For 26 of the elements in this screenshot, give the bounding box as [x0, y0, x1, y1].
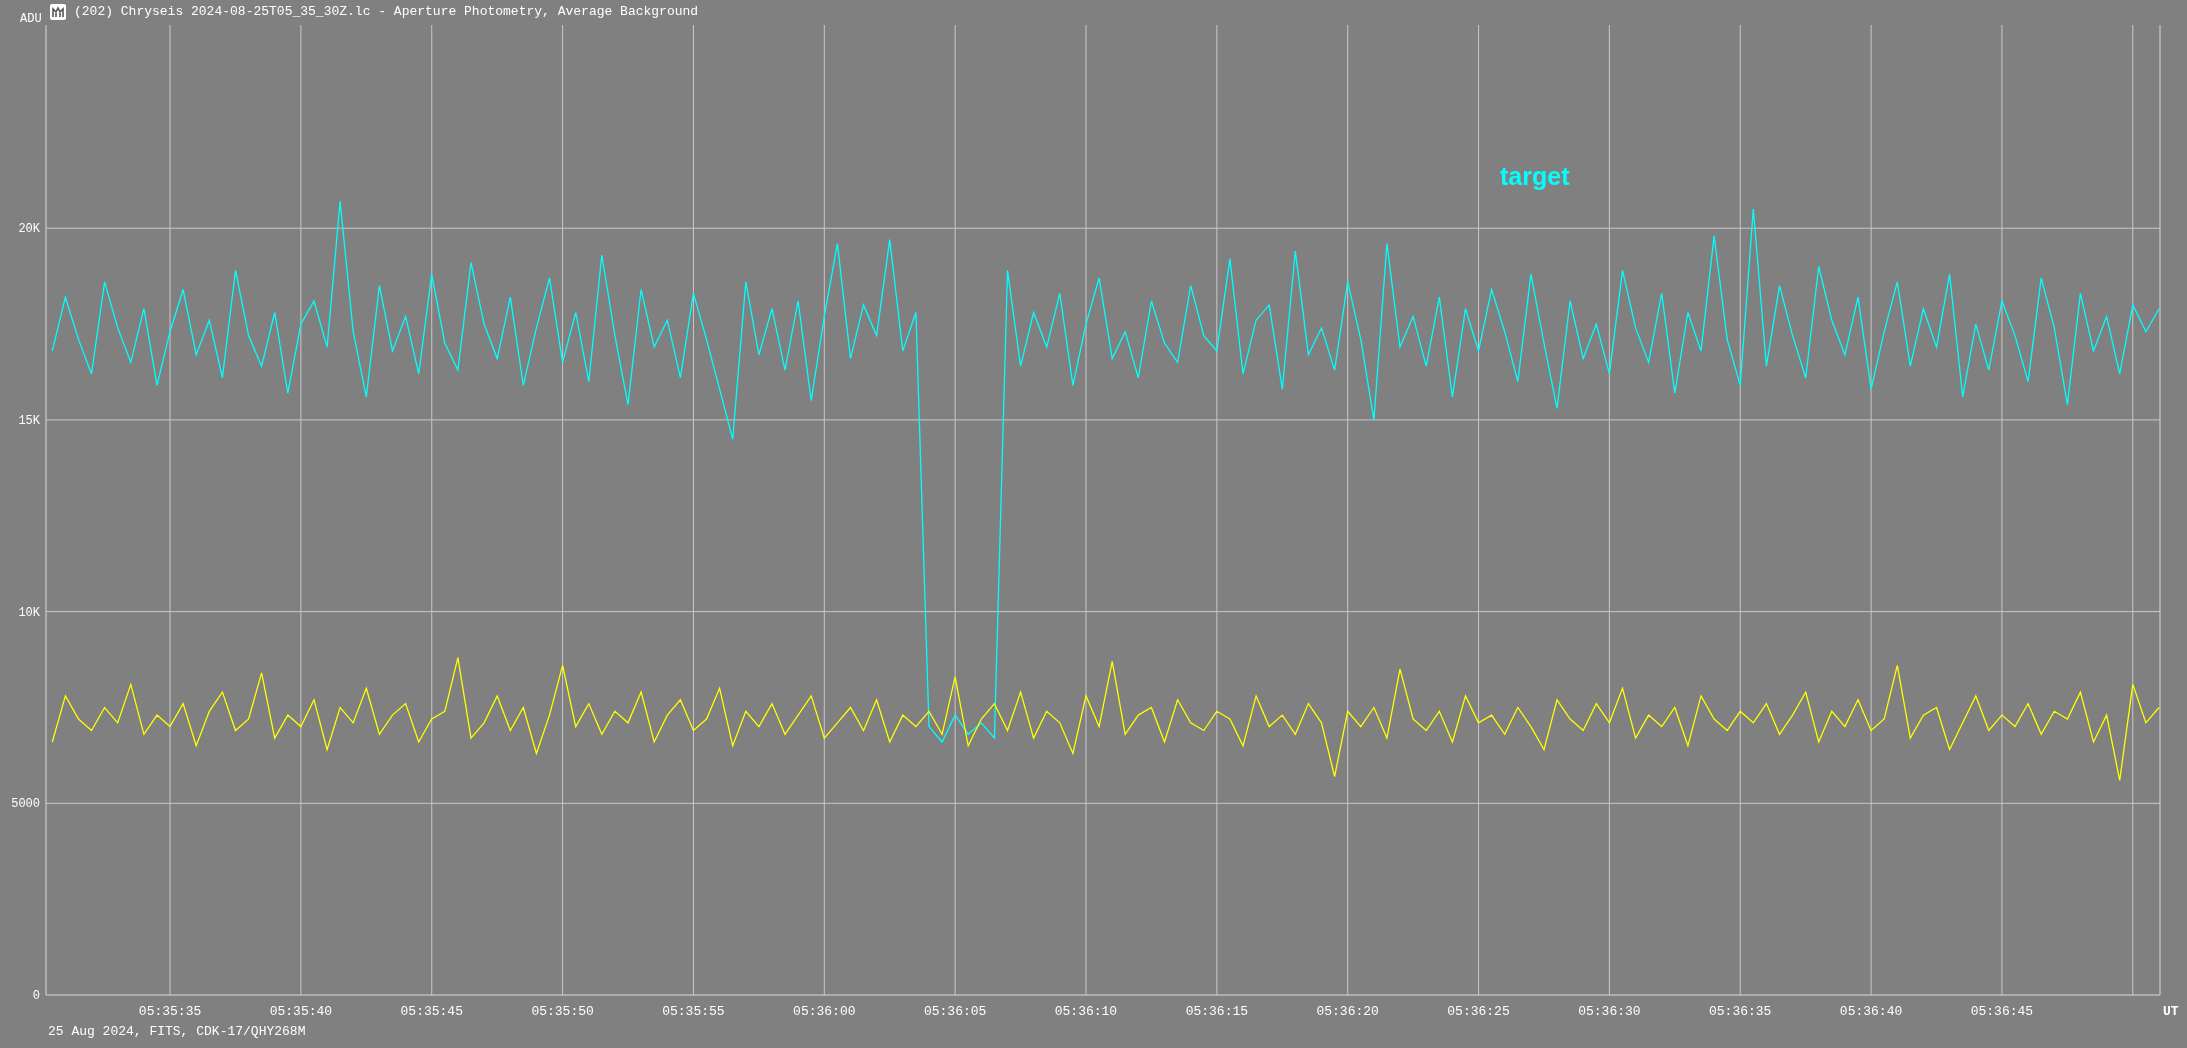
- footer-info: 25 Aug 2024, FITS, CDK-17/QHY268M: [48, 1023, 306, 1041]
- x-tick-label: 05:35:50: [531, 1004, 594, 1019]
- x-tick-label: 05:36:15: [1185, 1004, 1249, 1019]
- x-tick-label: 05:36:25: [1447, 1004, 1510, 1019]
- x-tick-label: 05:36:10: [1054, 1004, 1118, 1019]
- x-tick-label: 05:36:00: [793, 1004, 856, 1019]
- x-tick-label: 05:35:35: [138, 1004, 202, 1019]
- x-axis-label: UT: [2163, 1004, 2179, 1019]
- y-tick-label: 15K: [18, 413, 40, 428]
- series-label: target: [1500, 162, 1570, 190]
- x-tick-label: 05:36:35: [1709, 1004, 1772, 1019]
- y-tick-label: 5000: [11, 797, 40, 812]
- x-tick-label: 05:35:55: [662, 1004, 725, 1019]
- x-tick-label: 05:36:20: [1316, 1004, 1379, 1019]
- x-tick-label: 05:36:30: [1578, 1004, 1641, 1019]
- x-tick-label: 05:35:40: [269, 1004, 333, 1019]
- x-tick-label: 05:36:05: [923, 1004, 987, 1019]
- x-tick-label: 05:36:45: [1970, 1004, 2034, 1019]
- x-tick-label: 05:35:45: [400, 1004, 463, 1019]
- y-tick-label: 20K: [18, 222, 40, 237]
- app-icon: [50, 4, 66, 20]
- y-axis-label: ADU: [20, 12, 42, 26]
- x-tick-label: 05:36:40: [1839, 1004, 1903, 1019]
- window-title: (202) Chryseis 2024-08-25T05_35_30Z.lc - Aperture Photometry, Average Background: [74, 3, 699, 22]
- y-tick-label: 10K: [18, 605, 40, 620]
- y-tick-label: 0: [32, 989, 40, 1003]
